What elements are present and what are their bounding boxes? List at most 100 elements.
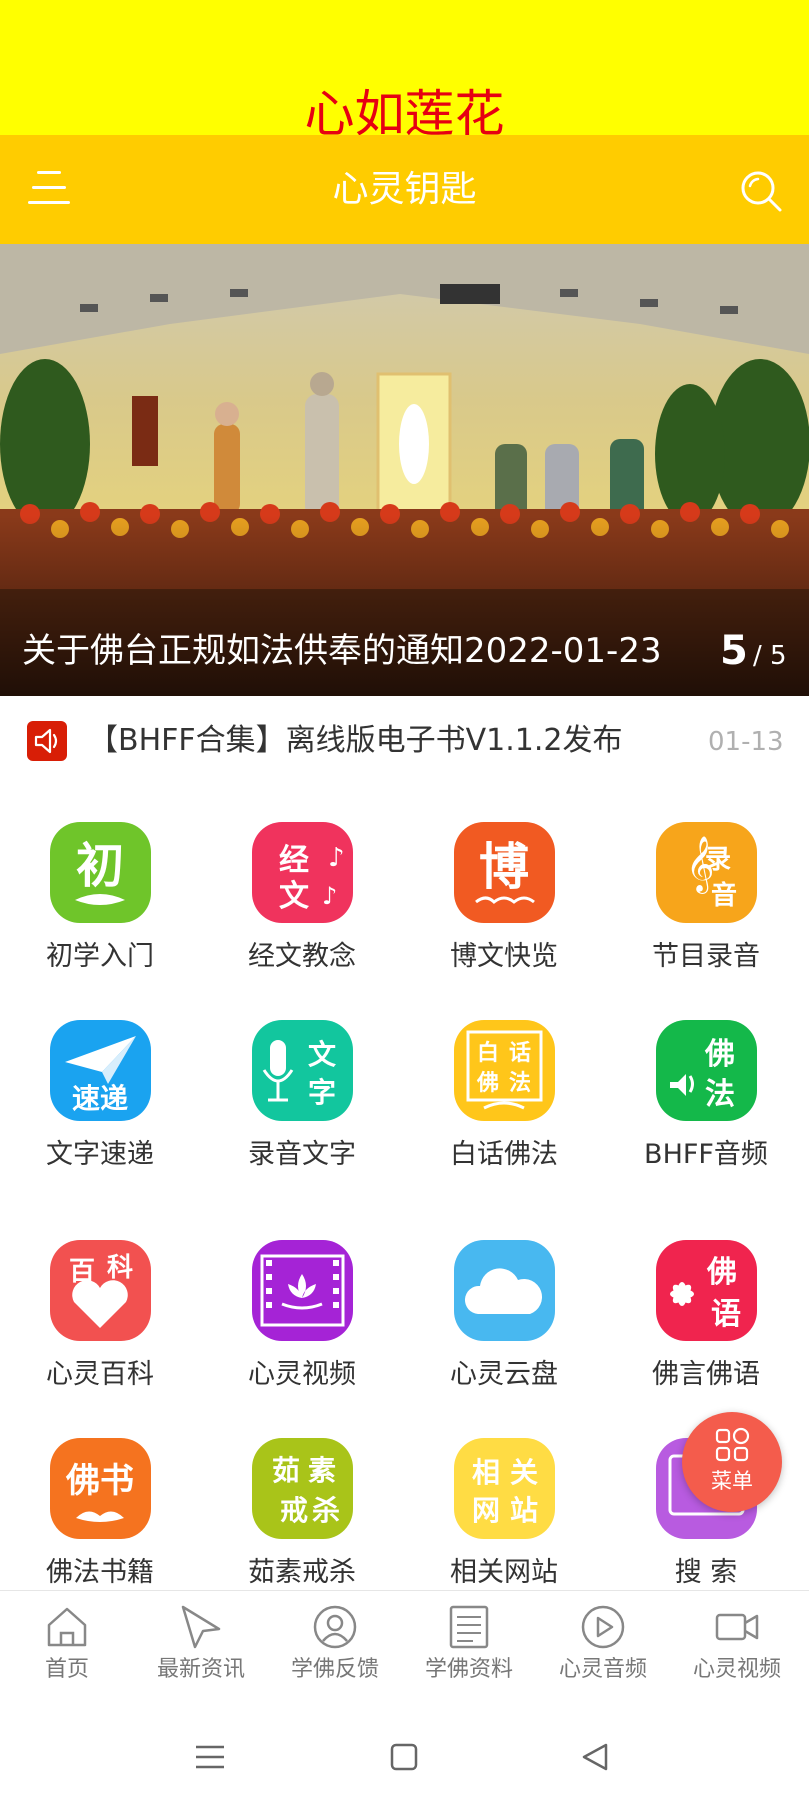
tile-label: 节目录音	[652, 941, 760, 972]
nav-home[interactable]: 首页	[0, 1591, 134, 1696]
notice-bar[interactable]: 【BHFF合集】离线版电子书V1.1.2发布 01-13	[0, 696, 809, 792]
svg-text:经: 经	[279, 843, 309, 878]
books-icon: 佛书	[50, 1438, 151, 1539]
video-icon	[715, 1613, 759, 1641]
flower-icon: 佛语	[656, 1240, 757, 1341]
tile-label: 心灵视频	[248, 1359, 356, 1390]
send-icon	[181, 1605, 221, 1649]
user-circle-icon	[313, 1605, 357, 1649]
svg-text:佛: 佛	[704, 1037, 735, 1072]
sutra-icon: 经文 ♪ ♪	[252, 822, 353, 923]
counter-current: 5	[720, 628, 748, 674]
svg-text:文: 文	[308, 1038, 336, 1071]
svg-text:站: 站	[510, 1494, 538, 1527]
tile-label: 搜 索	[674, 1557, 738, 1588]
book-icon: 白话佛法	[454, 1020, 555, 1121]
tile-video[interactable]: 心灵视频	[212, 1240, 392, 1410]
carousel-counter: 5 / 5	[720, 628, 787, 682]
articles-icon: 博	[454, 822, 555, 923]
nav-materials[interactable]: 学佛资料	[402, 1591, 536, 1696]
nav-news[interactable]: 最新资讯	[134, 1591, 268, 1696]
audio-icon: 佛法	[656, 1020, 757, 1121]
tile-label: 白话佛法	[450, 1139, 558, 1170]
tile-label: 博文快览	[450, 941, 558, 972]
top-banner: 心如莲花	[0, 0, 809, 135]
document-icon	[449, 1605, 489, 1649]
svg-text:音: 音	[711, 880, 737, 911]
svg-text:佛书: 佛书	[65, 1461, 134, 1501]
svg-text:相: 相	[472, 1456, 500, 1489]
tile-transcripts[interactable]: 文字 录音文字	[212, 1020, 392, 1190]
tile-recordings[interactable]: 𝄞 录音 节目录音	[616, 822, 796, 992]
tile-label: 文字速递	[46, 1139, 154, 1170]
tile-bhff-audio[interactable]: 佛法 BHFF音频	[616, 1020, 796, 1190]
svg-text:关: 关	[510, 1456, 538, 1489]
recent-apps-icon[interactable]	[196, 1745, 224, 1769]
nav-feedback[interactable]: 学佛反馈	[268, 1591, 402, 1696]
svg-text:字: 字	[308, 1076, 336, 1109]
vegetarian-icon: 茹素戒杀	[252, 1438, 353, 1539]
tile-quotes[interactable]: 佛语 佛言佛语	[616, 1240, 796, 1410]
grid-icon	[715, 1427, 750, 1462]
svg-text:科: 科	[107, 1253, 133, 1283]
tile-books[interactable]: 佛书 佛法书籍	[10, 1438, 190, 1608]
svg-text:素: 素	[308, 1454, 336, 1487]
nav-label: 心灵视频	[692, 1657, 781, 1682]
home-icon	[47, 1607, 87, 1647]
tile-label: 佛法书籍	[46, 1557, 154, 1588]
back-icon[interactable]	[582, 1743, 608, 1771]
tile-articles[interactable]: 博 博文快览	[414, 822, 594, 992]
svg-text:杀: 杀	[312, 1494, 340, 1527]
svg-text:法: 法	[705, 1077, 735, 1112]
fab-label: 菜单	[711, 1469, 753, 1493]
svg-text:♪: ♪	[328, 843, 345, 873]
svg-text:网: 网	[472, 1494, 500, 1527]
nav-label: 学佛资料	[424, 1657, 513, 1682]
svg-text:录: 录	[705, 845, 731, 875]
svg-text:法: 法	[509, 1070, 531, 1096]
svg-text:文: 文	[279, 879, 309, 914]
svg-text:♪: ♪	[322, 882, 337, 910]
tile-encyclopedia[interactable]: 百科 心灵百科	[10, 1240, 190, 1410]
heart-icon: 百科	[50, 1240, 151, 1341]
nav-video[interactable]: 心灵视频	[670, 1591, 804, 1696]
search-icon[interactable]	[738, 168, 784, 214]
carousel-caption[interactable]: 关于佛台正规如法供奉的通知2022-01-23	[22, 628, 662, 674]
tile-label: BHFF音频	[644, 1139, 768, 1170]
svg-text:戒: 戒	[280, 1494, 308, 1527]
nav-label: 心灵音频	[558, 1657, 647, 1682]
svg-text:博: 博	[479, 837, 529, 896]
svg-text:速递: 速递	[72, 1082, 128, 1115]
nav-audio[interactable]: 心灵音频	[536, 1591, 670, 1696]
tile-cloud[interactable]: 心灵云盘	[414, 1240, 594, 1410]
tile-label: 心灵百科	[46, 1359, 154, 1390]
tile-vegetarian[interactable]: 茹素戒杀 茹素戒杀	[212, 1438, 392, 1608]
tile-label: 佛言佛语	[652, 1359, 760, 1390]
svg-text:佛: 佛	[706, 1255, 737, 1290]
svg-text:佛: 佛	[476, 1070, 499, 1096]
tile-plain-dharma[interactable]: 白话佛法 白话佛法	[414, 1020, 594, 1190]
tile-label: 经文教念	[248, 941, 356, 972]
nav-label: 最新资讯	[156, 1657, 245, 1682]
nav-label: 首页	[44, 1657, 89, 1682]
nav-label: 学佛反馈	[290, 1657, 379, 1682]
tile-beginner[interactable]: 初 初学入门	[10, 822, 190, 992]
notice-date: 01-13	[708, 727, 784, 757]
counter-total: / 5	[752, 641, 787, 671]
banner-title: 心如莲花	[304, 85, 505, 135]
notice-text[interactable]: 【BHFF合集】离线版电子书V1.1.2发布	[88, 720, 623, 762]
speaker-icon	[27, 721, 67, 761]
tile-sutra[interactable]: 经文 ♪ ♪ 经文教念	[212, 822, 392, 992]
tile-text-express[interactable]: 速递 文字速递	[10, 1020, 190, 1190]
play-icon	[581, 1605, 625, 1649]
menu-fab[interactable]: 菜单	[682, 1412, 782, 1512]
svg-text:初: 初	[76, 838, 124, 894]
page-title: 心灵钥匙	[332, 169, 477, 210]
tile-label: 初学入门	[46, 941, 154, 972]
tile-label: 茹素戒杀	[248, 1557, 356, 1588]
links-icon: 相关网站	[454, 1438, 555, 1539]
svg-text:语: 语	[711, 1297, 741, 1332]
tile-links[interactable]: 相关网站 相关网站	[414, 1438, 594, 1608]
svg-text:白: 白	[477, 1040, 499, 1066]
home-square-icon[interactable]	[390, 1743, 418, 1771]
